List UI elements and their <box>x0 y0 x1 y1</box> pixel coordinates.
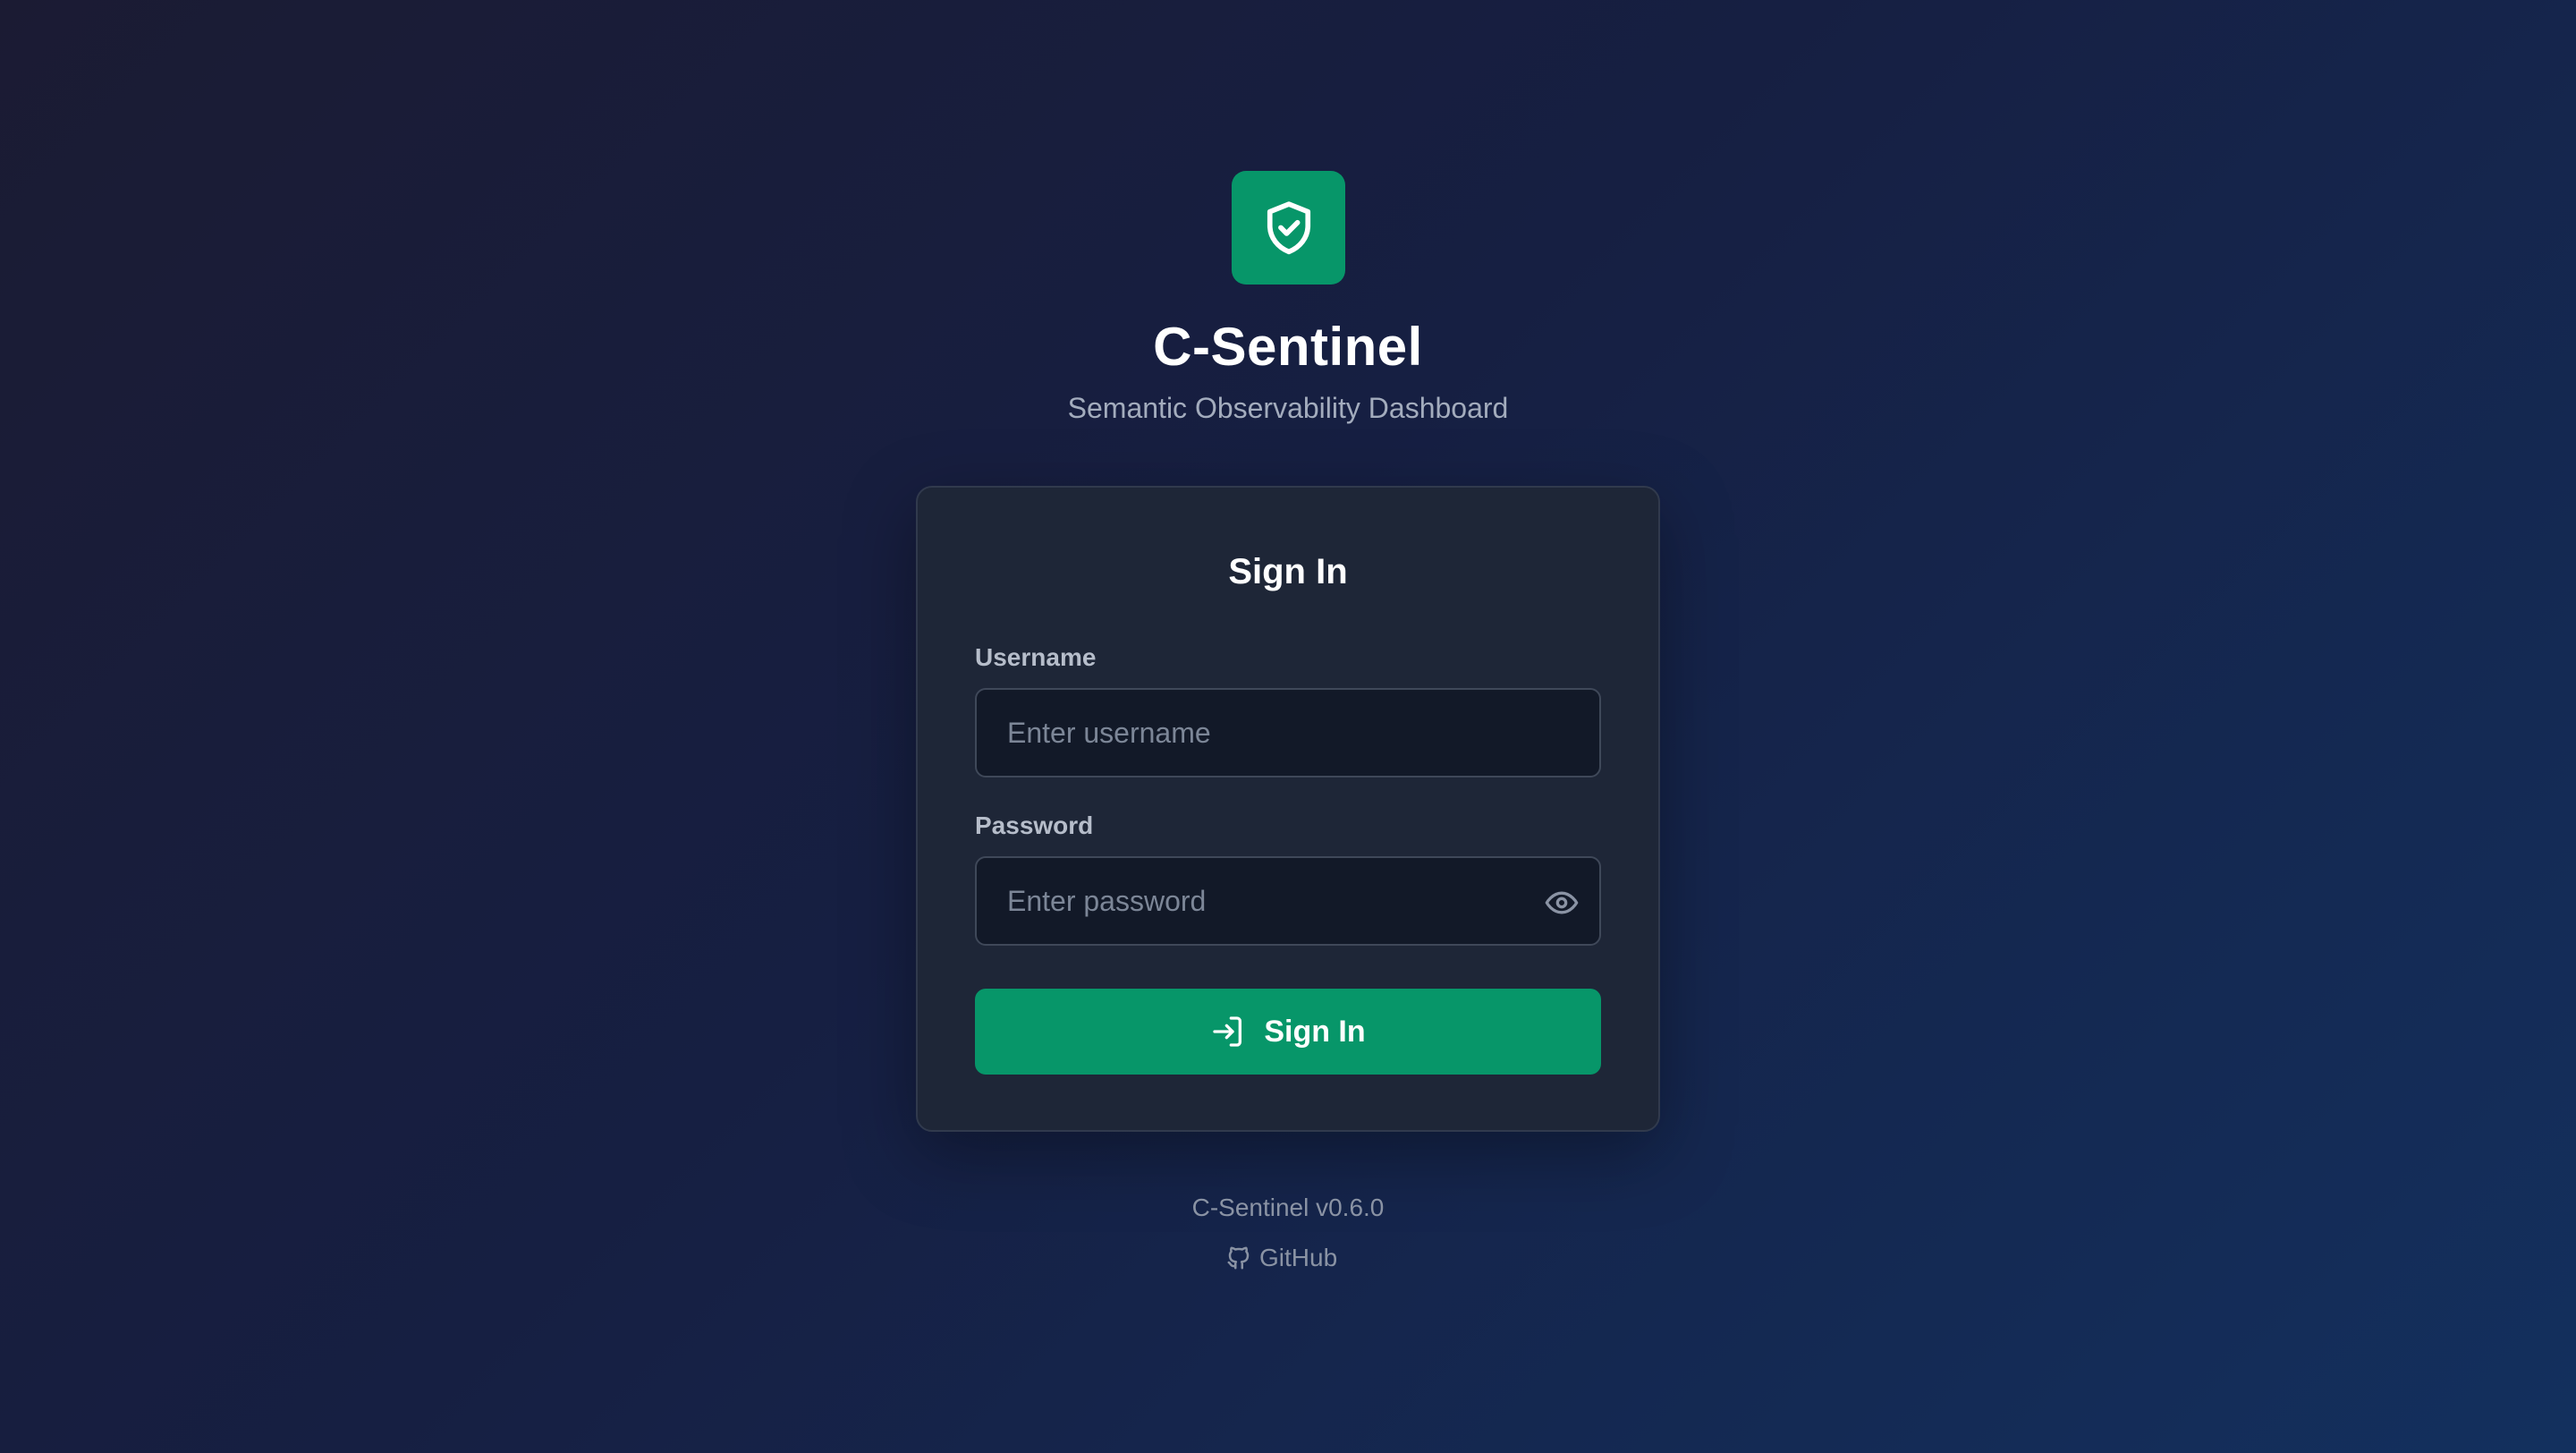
login-page: C-Sentinel Semantic Observability Dashbo… <box>0 0 2576 1453</box>
password-label: Password <box>975 811 1094 839</box>
app-title: C-Sentinel <box>1153 317 1423 377</box>
github-link[interactable]: GitHub <box>1225 1240 1337 1276</box>
username-field-wrapper <box>975 688 1601 777</box>
github-icon <box>1227 1246 1250 1270</box>
password-field-wrapper <box>975 856 1601 946</box>
username-input[interactable] <box>977 690 1599 776</box>
toggle-password-visibility-button[interactable] <box>1542 883 1581 922</box>
sign-in-button[interactable]: Sign In <box>975 989 1601 1075</box>
card-title: Sign In <box>1228 552 1348 591</box>
password-input[interactable] <box>977 858 1599 944</box>
sign-in-icon <box>1213 1016 1242 1047</box>
shield-check-icon <box>1267 200 1310 254</box>
username-label: Username <box>975 643 1097 671</box>
app-subtitle: Semantic Observability Dashboard <box>1067 392 1509 424</box>
github-link-label: GitHub <box>1259 1244 1338 1271</box>
sign-in-card: Sign In Username Password Sign In <box>916 486 1660 1132</box>
sign-in-button-label: Sign In <box>1264 1015 1366 1049</box>
eye-icon <box>1545 891 1579 914</box>
app-logo <box>1232 171 1345 285</box>
version-text: C-Sentinel v0.6.0 <box>1191 1194 1385 1221</box>
